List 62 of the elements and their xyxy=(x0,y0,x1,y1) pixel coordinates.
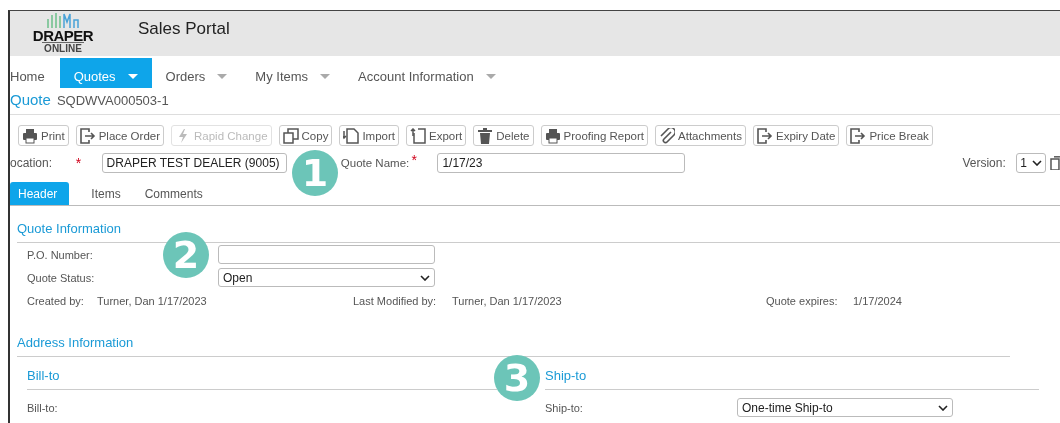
exit-icon xyxy=(850,127,867,144)
toolbar-button[interactable]: Price Break xyxy=(846,125,933,146)
toolbar-button[interactable]: Delete xyxy=(473,125,534,146)
subsection-title: Bill-to xyxy=(27,357,497,390)
step-number-badge: 3 xyxy=(494,355,540,401)
chevron-down-icon xyxy=(938,404,948,411)
logo-subtitle: ONLINE xyxy=(42,42,84,55)
quote-name-field[interactable]: 1/17/23 xyxy=(437,153,686,173)
nav-tab[interactable]: Account Information xyxy=(344,58,510,88)
field-value: Turner, Dan 1/17/2023 xyxy=(97,294,208,307)
tab[interactable]: Items xyxy=(79,182,133,205)
field-value: 1/17/2024 xyxy=(853,294,902,307)
ship-to-select[interactable]: One-time Ship-to xyxy=(737,398,953,417)
version-select[interactable]: 1 xyxy=(1016,153,1047,173)
skyline-icon xyxy=(46,11,80,29)
field-value: Turner, Dan 1/17/2023 xyxy=(452,294,563,307)
logo-wordmark: DRAPER xyxy=(32,29,94,42)
paperclip-icon xyxy=(659,127,676,144)
field-label: Quote Name: xyxy=(340,157,411,169)
field-label: Created by: xyxy=(27,294,85,307)
chevron-down-icon xyxy=(420,274,430,281)
printer-icon xyxy=(22,127,38,144)
quote-status-select[interactable]: Open xyxy=(218,268,435,287)
toolbar-button[interactable]: Export xyxy=(406,125,467,146)
toolbar-button[interactable]: Import xyxy=(339,125,399,146)
step-number-badge: 1 xyxy=(292,150,338,196)
copy-icon xyxy=(1050,156,1060,170)
section-title: Address Information xyxy=(17,312,1010,357)
required-marker: * xyxy=(75,155,82,171)
exit-icon xyxy=(756,127,773,144)
toolbar-button[interactable]: Expiry Date xyxy=(752,125,840,146)
field-label: Quote Status: xyxy=(27,271,96,284)
import-icon xyxy=(343,127,360,144)
field-label: Bill-to: xyxy=(27,401,59,414)
app-title: Sales Portal xyxy=(138,19,230,39)
nav-tab[interactable]: Orders xyxy=(151,58,242,88)
toolbar-button[interactable]: Proofing Report xyxy=(540,125,649,146)
toolbar-button[interactable]: Print xyxy=(18,125,69,146)
chevron-down-icon xyxy=(1032,160,1043,166)
field-label: ocation: xyxy=(10,156,54,170)
field-label: Quote expires: xyxy=(766,294,839,307)
printer-icon xyxy=(544,127,561,144)
toolbar-button[interactable]: Attachments xyxy=(655,125,746,146)
trash-icon xyxy=(477,127,494,144)
field-label: Ship-to: xyxy=(545,401,584,414)
export-icon xyxy=(410,127,426,144)
toolbar-button[interactable]: Place Order xyxy=(75,125,164,146)
po-number-field[interactable] xyxy=(218,245,435,264)
toolbar-button[interactable]: Copy xyxy=(278,125,333,146)
tab[interactable]: Comments xyxy=(132,182,215,205)
exit-icon xyxy=(79,127,96,144)
nav-tab[interactable]: My Items xyxy=(241,58,345,88)
copy-icon xyxy=(282,127,299,144)
nav-tab[interactable]: Home xyxy=(10,58,60,88)
field-label: Last Modified by: xyxy=(353,294,438,307)
location-field[interactable]: DRAPER TEST DEALER (9005) xyxy=(101,153,287,173)
quote-number: SQDWVA000503-1 xyxy=(56,93,169,108)
field-label: Version: xyxy=(962,156,1007,170)
field-label: P.O. Number: xyxy=(27,248,94,261)
required-marker: * xyxy=(411,152,417,168)
page-title: Quote xyxy=(10,91,51,108)
subsection-title: Ship-to xyxy=(545,357,1039,390)
